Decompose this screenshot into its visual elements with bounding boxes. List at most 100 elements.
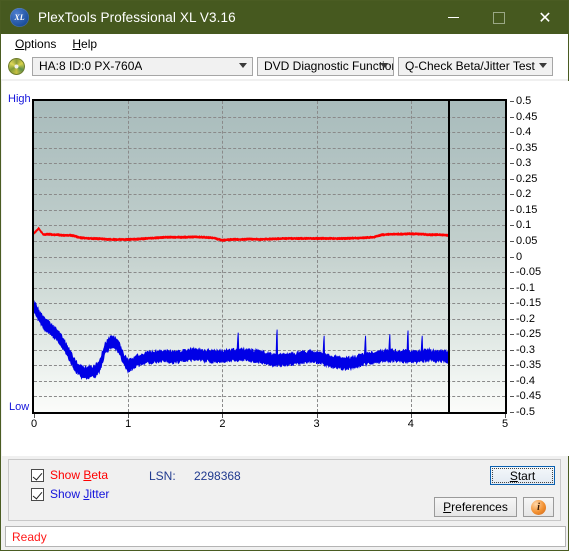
y-tick-label: 0.3 bbox=[516, 157, 532, 170]
y-tick bbox=[510, 287, 514, 289]
disc-icon bbox=[8, 57, 25, 75]
show-jitter-label: Show Jitter bbox=[50, 487, 110, 501]
chevron-down-icon bbox=[239, 63, 247, 68]
chevron-down-icon bbox=[539, 63, 547, 68]
x-tick bbox=[316, 414, 318, 418]
toolbar: HA:8 ID:0 PX-760A DVD Diagnostic Functio… bbox=[1, 53, 568, 79]
x-tick bbox=[128, 414, 130, 418]
menu-item-help-label: elp bbox=[81, 36, 98, 51]
chart-panel: High Low 0.5 0.45 0.4 0.35 0.3 0.25 0.2 0.15 0.1… bbox=[2, 81, 569, 456]
function-select[interactable]: DVD Diagnostic Functions bbox=[257, 56, 394, 76]
x-tick bbox=[222, 414, 224, 418]
window-title: PlexTools Professional XL V3.16 bbox=[38, 10, 236, 25]
y-tick-label: 0.05 bbox=[516, 234, 538, 247]
y-tick-label: 0.15 bbox=[516, 203, 538, 216]
y-tick-label: 0.2 bbox=[516, 188, 532, 201]
y-tick bbox=[510, 101, 514, 102]
chevron-down-icon bbox=[380, 63, 388, 68]
x-tick-label: 2 bbox=[219, 418, 226, 430]
y-tick bbox=[510, 209, 514, 211]
menu-bar: Options Help bbox=[1, 34, 568, 53]
y-tick bbox=[510, 349, 514, 351]
y-tick bbox=[510, 412, 514, 413]
drive-select[interactable]: HA:8 ID:0 PX-760A bbox=[32, 56, 253, 76]
y-tick-label: 0.35 bbox=[516, 141, 538, 154]
y-tick bbox=[510, 240, 514, 242]
menu-item-help[interactable]: Help bbox=[64, 36, 105, 52]
y-tick-label: 0.45 bbox=[516, 110, 538, 123]
x-tick-label: 3 bbox=[313, 418, 320, 430]
status-text: Ready bbox=[12, 529, 47, 544]
axis-label-high: High bbox=[8, 93, 31, 105]
y-tick bbox=[510, 318, 514, 320]
start-button-label: Start bbox=[509, 468, 536, 483]
x-tick bbox=[410, 414, 412, 418]
y-tick-label: -0.05 bbox=[516, 266, 542, 279]
y-tick-label: -0.4 bbox=[516, 374, 535, 387]
y-tick-label: 0.5 bbox=[516, 95, 532, 107]
start-button[interactable]: Start bbox=[490, 466, 555, 485]
x-tick-label: 4 bbox=[407, 418, 414, 430]
y-tick-label: 0.1 bbox=[516, 219, 532, 232]
y-tick-label: -0.35 bbox=[516, 359, 542, 372]
close-icon: ✕ bbox=[538, 7, 552, 27]
info-button[interactable]: i bbox=[523, 497, 554, 517]
y-tick-label: -0.15 bbox=[516, 297, 542, 310]
y-tick bbox=[510, 194, 514, 196]
maximize-button[interactable] bbox=[476, 1, 522, 34]
show-beta-checkbox[interactable] bbox=[31, 468, 44, 482]
y-tick-label: 0.4 bbox=[516, 126, 532, 139]
show-beta-label: Show Beta bbox=[50, 468, 109, 482]
y-tick-label: 0.25 bbox=[516, 172, 538, 185]
x-axis-labels: 0 1 2 3 4 5 bbox=[2, 418, 569, 436]
drive-select-value: HA:8 ID:0 PX-760A bbox=[39, 59, 143, 73]
menu-item-options[interactable]: Options bbox=[7, 36, 64, 52]
status-bar: Ready bbox=[5, 526, 566, 547]
preferences-button[interactable]: Preferences bbox=[434, 497, 517, 517]
y-tick-label: 0 bbox=[516, 250, 523, 263]
y-tick bbox=[510, 163, 514, 165]
x-tick-label: 5 bbox=[501, 418, 509, 430]
axis-label-low: Low bbox=[9, 401, 30, 413]
minimize-button[interactable] bbox=[430, 1, 476, 34]
y-tick bbox=[510, 147, 514, 149]
menu-item-options-label: ptions bbox=[24, 36, 57, 51]
test-select-value: Q-Check Beta/Jitter Test bbox=[405, 59, 535, 73]
show-beta-row[interactable]: Show Beta bbox=[31, 468, 108, 482]
function-select-value: DVD Diagnostic Functions bbox=[264, 59, 393, 73]
close-button[interactable]: ✕ bbox=[522, 1, 568, 34]
y-tick bbox=[510, 380, 514, 382]
x-tick-label: 1 bbox=[125, 418, 132, 430]
y-tick bbox=[510, 396, 514, 398]
data-end-marker bbox=[448, 101, 451, 412]
trace-path bbox=[34, 301, 448, 380]
y-tick bbox=[510, 303, 514, 305]
maximize-icon bbox=[493, 11, 505, 24]
y-tick bbox=[510, 256, 514, 258]
preferences-button-label: Preferences bbox=[443, 500, 508, 514]
lsn-value: 2298368 bbox=[194, 469, 241, 483]
y-tick bbox=[510, 272, 514, 274]
y-tick-label: -0.3 bbox=[516, 343, 535, 356]
y-tick-label: -0.1 bbox=[516, 281, 535, 294]
y-tick bbox=[510, 116, 514, 118]
show-jitter-checkbox[interactable] bbox=[31, 487, 44, 501]
window-buttons: ✕ bbox=[430, 1, 568, 34]
controls-panel: Show Beta Show Jitter LSN: 2298368 Start… bbox=[8, 459, 561, 521]
y-tick bbox=[510, 225, 514, 227]
y-tick-label: -0.2 bbox=[516, 312, 535, 325]
test-select[interactable]: Q-Check Beta/Jitter Test bbox=[398, 56, 553, 76]
x-tick bbox=[34, 414, 35, 418]
title-bar: XL PlexTools Professional XL V3.16 ✕ bbox=[1, 1, 568, 34]
plot-area bbox=[32, 99, 507, 414]
x-tick bbox=[505, 414, 506, 418]
y-tick-label: -0.5 bbox=[516, 406, 535, 418]
y-tick bbox=[510, 178, 514, 180]
y-tick bbox=[510, 132, 514, 134]
y-tick-label: -0.45 bbox=[516, 390, 542, 403]
y-tick bbox=[510, 365, 514, 367]
app-icon: XL bbox=[10, 8, 29, 27]
app-window: XL PlexTools Professional XL V3.16 ✕ Opt… bbox=[0, 0, 569, 551]
show-jitter-row[interactable]: Show Jitter bbox=[31, 487, 109, 501]
lsn-label: LSN: bbox=[149, 469, 176, 483]
